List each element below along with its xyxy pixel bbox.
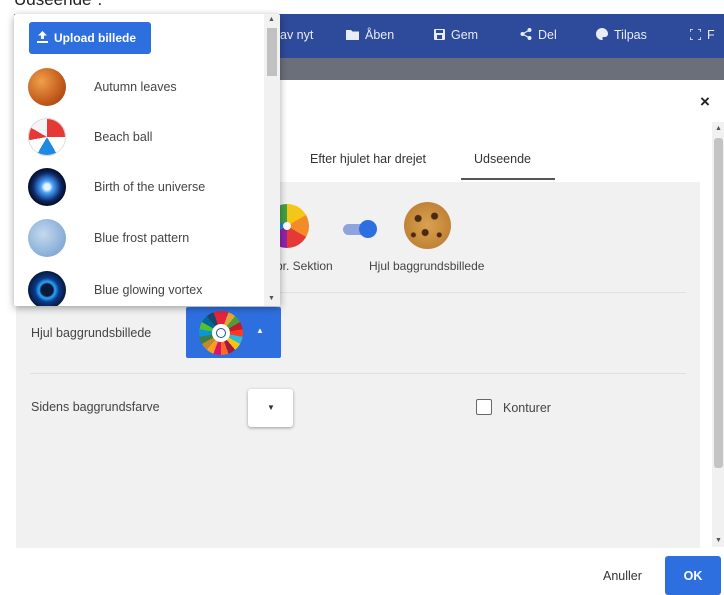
toolbar-open-button[interactable]: Åben: [346, 28, 394, 42]
toolbar-new-button[interactable]: av nyt: [280, 28, 313, 42]
universe-thumbnail: [28, 168, 66, 206]
list-item-beach-ball[interactable]: Beach ball: [28, 117, 258, 157]
tab-appearance[interactable]: Udseende: [474, 152, 531, 166]
toolbar-fullscreen-button[interactable]: F: [689, 27, 715, 42]
palette-icon: [596, 28, 608, 42]
caret-up-icon: ▲: [256, 326, 264, 335]
list-item-label: Beach ball: [94, 130, 153, 144]
list-item-blue-frost[interactable]: Blue frost pattern: [28, 218, 258, 258]
save-icon: [434, 28, 445, 42]
wheel-background-label: Hjul baggrundsbillede: [31, 326, 152, 340]
dropdown-scrollbar-thumb[interactable]: [267, 28, 277, 76]
tab-after-spin[interactable]: Efter hjulet har drejet: [310, 152, 426, 166]
toolbar-save-label: Gem: [451, 28, 479, 42]
background-image-option-label: Hjul baggrundsbillede: [369, 259, 485, 273]
dropdown-scroll-up-icon[interactable]: ▲: [268, 16, 275, 23]
list-item-label: Blue frost pattern: [94, 231, 190, 245]
fullscreen-icon: [689, 27, 702, 42]
folder-icon: [346, 29, 359, 42]
list-item-label: Autumn leaves: [94, 80, 177, 94]
document-caption: Udseende".: [14, 0, 102, 10]
outlines-checkbox[interactable]: [476, 399, 492, 415]
list-item-autumn-leaves[interactable]: Autumn leaves: [28, 67, 258, 107]
ok-button[interactable]: OK: [665, 556, 721, 595]
background-image-dropdown: Upload billede Autumn leaves Beach ball …: [14, 14, 280, 306]
list-item-label: Birth of the universe: [94, 180, 206, 194]
toolbar-customize-button[interactable]: Tilpas: [596, 28, 647, 42]
close-icon[interactable]: ×: [700, 92, 710, 112]
cookie-image-icon[interactable]: [404, 202, 451, 249]
sektion-option-label: pr. Sektion: [276, 259, 333, 273]
toolbar-save-button[interactable]: Gem: [434, 28, 478, 42]
un-emblem-icon: [216, 328, 226, 338]
dropdown-scroll-down-icon[interactable]: ▼: [268, 295, 275, 302]
list-item-birth-of-universe[interactable]: Birth of the universe: [28, 167, 258, 207]
dialog-scrollbar-thumb[interactable]: [714, 138, 723, 468]
list-item-label: Blue glowing vortex: [94, 283, 203, 297]
toolbar-share-label: Del: [538, 28, 557, 42]
scroll-up-arrow-icon[interactable]: ▲: [715, 125, 722, 132]
tab-active-indicator: [461, 178, 555, 180]
blue-vortex-thumbnail: [28, 271, 66, 306]
upload-icon: [37, 30, 48, 46]
upload-image-button[interactable]: Upload billede: [29, 22, 151, 54]
cancel-button[interactable]: Anuller: [603, 569, 642, 583]
divider: [30, 373, 686, 374]
blue-frost-thumbnail: [28, 219, 66, 257]
background-toggle-knob[interactable]: [359, 220, 377, 238]
toolbar-share-button[interactable]: Del: [520, 28, 557, 42]
outlines-label: Konturer: [503, 401, 551, 415]
ok-button-label: OK: [683, 568, 703, 583]
upload-image-label: Upload billede: [54, 31, 137, 45]
scroll-down-arrow-icon[interactable]: ▼: [715, 537, 722, 544]
toolbar-new-label: av nyt: [280, 28, 314, 42]
beach-ball-thumbnail: [28, 118, 66, 156]
list-item-blue-vortex[interactable]: Blue glowing vortex: [28, 270, 258, 306]
autumn-leaves-thumbnail: [28, 68, 66, 106]
caret-down-icon: ▼: [267, 403, 275, 412]
page-background-label: Sidens baggrundsfarve: [31, 400, 160, 414]
toolbar-fullscreen-label: F: [707, 28, 715, 42]
toolbar-open-label: Åben: [365, 28, 395, 42]
toolbar-customize-label: Tilpas: [614, 28, 647, 42]
share-icon: [520, 28, 532, 42]
